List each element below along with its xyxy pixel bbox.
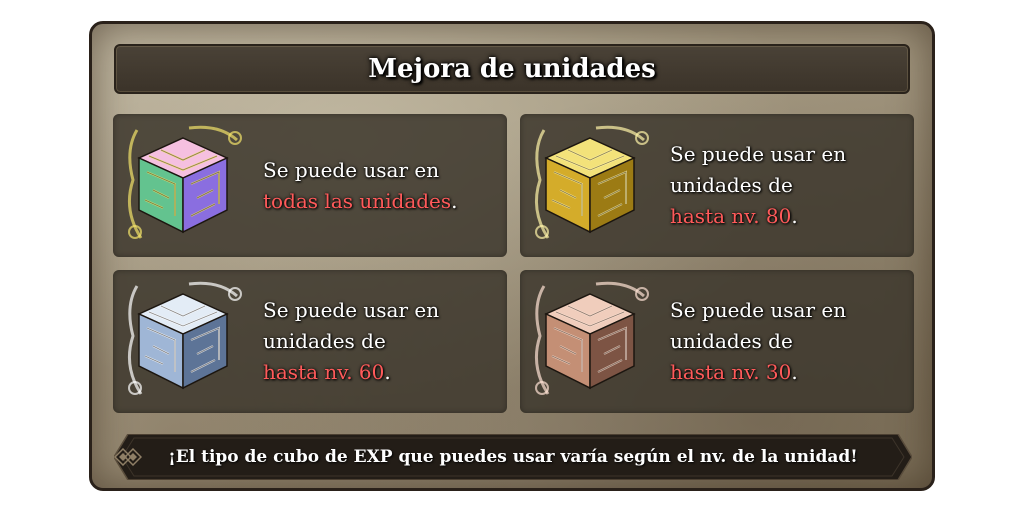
cube-description: Se puede usar en unidades de hasta nv. 3… <box>670 270 906 413</box>
description-tail: . <box>791 204 798 228</box>
description-tail: . <box>451 188 458 213</box>
description-line: Se puede usar en <box>670 298 847 322</box>
description-tail: . <box>791 360 798 384</box>
cube-description: Se puede usar en unidades de hasta nv. 6… <box>263 270 499 413</box>
level-highlight: hasta nv. 30 <box>670 360 792 384</box>
cube-card-rainbow: Se puede usar en todas las unidades. <box>113 114 507 257</box>
footer-banner: ¡El tipo de cubo de EXP que puedes usar … <box>114 434 912 480</box>
description-line: unidades de <box>670 329 793 353</box>
description-line: unidades de <box>670 173 793 197</box>
description-line: Se puede usar en <box>670 142 847 166</box>
cube-description: Se puede usar en unidades de hasta nv. 8… <box>670 114 906 257</box>
description-tail: . <box>384 360 391 384</box>
panel-title: Mejora de unidades <box>368 54 656 84</box>
level-highlight: todas las unidades <box>263 188 452 213</box>
rainbow-cube-icon <box>119 120 247 248</box>
description-line: Se puede usar en <box>263 298 440 322</box>
cube-card-gold: Se puede usar en unidades de hasta nv. 8… <box>520 114 914 257</box>
cube-description: Se puede usar en todas las unidades. <box>263 114 499 257</box>
description-line: Se puede usar en <box>263 157 440 182</box>
bronze-cube-icon <box>526 276 654 404</box>
unit-upgrade-panel: Mejora de unidades Se puede usar en toda… <box>89 21 935 491</box>
footer-text: ¡El tipo de cubo de EXP que puedes usar … <box>168 447 858 467</box>
level-highlight: hasta nv. 80 <box>670 204 792 228</box>
cube-card-silver: Se puede usar en unidades de hasta nv. 6… <box>113 270 507 413</box>
gold-cube-icon <box>526 120 654 248</box>
title-bar: Mejora de unidades <box>114 44 910 94</box>
silver-cube-icon <box>119 276 247 404</box>
description-line: unidades de <box>263 329 386 353</box>
cube-card-bronze: Se puede usar en unidades de hasta nv. 3… <box>520 270 914 413</box>
level-highlight: hasta nv. 60 <box>263 360 385 384</box>
